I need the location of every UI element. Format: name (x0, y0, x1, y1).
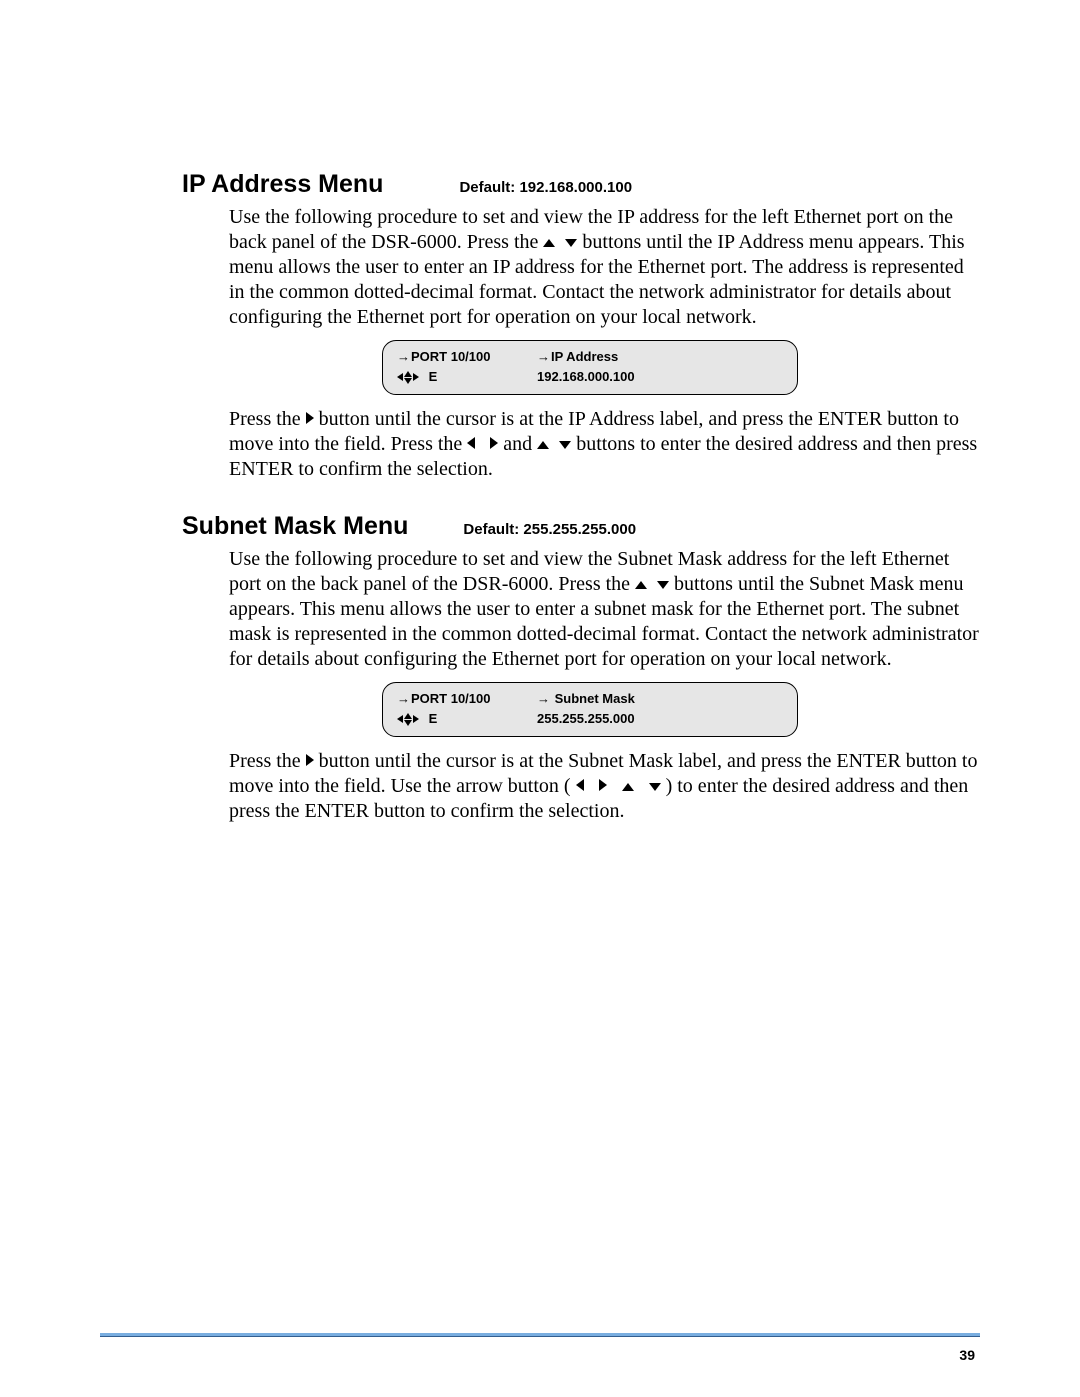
triangle-left-icon (576, 779, 584, 791)
triangle-up-icon (622, 783, 634, 791)
lcd-text: E (429, 711, 438, 726)
section-heading-subnet-mask: Subnet Mask Menu Default: 255.255.255.00… (182, 512, 980, 541)
triangle-down-icon (657, 581, 669, 589)
lcd-row: PORT 10/100 IP Address (397, 347, 783, 367)
paragraph: Use the following procedure to set and v… (229, 205, 980, 330)
paragraph: Press the button until the cursor is at … (229, 407, 980, 482)
lcd-col-right: Subnet Mask (537, 689, 783, 709)
section-title: Subnet Mask Menu (182, 512, 408, 541)
arrow-right-icon (537, 349, 551, 364)
page-number: 39 (959, 1347, 975, 1363)
triangle-down-icon (404, 720, 412, 726)
lcd-row: E 255.255.255.000 (397, 709, 783, 729)
triangle-left-icon (397, 373, 403, 381)
footer-rule (100, 1333, 980, 1337)
updown-stack-icon (404, 713, 412, 726)
lcd-text: PORT 10/100 (411, 349, 491, 364)
lcd-text: 192.168.000.100 (537, 369, 635, 384)
nav-arrows-icon (397, 713, 419, 726)
text-run: Press the (229, 750, 306, 772)
triangle-up-icon (543, 239, 555, 247)
nav-arrows-icon (397, 371, 419, 384)
paragraph: Use the following procedure to set and v… (229, 547, 980, 672)
triangle-down-icon (559, 441, 571, 449)
triangle-right-icon (413, 373, 419, 381)
triangle-right-icon (490, 437, 498, 449)
lcd-display-ip-address: PORT 10/100 IP Address E 192.168.000 (382, 340, 798, 395)
lcd-col-right: 192.168.000.100 (537, 367, 783, 387)
lcd-text: Subnet Mask (551, 691, 635, 706)
arrow-right-icon (397, 349, 411, 364)
lcd-row: E 192.168.000.100 (397, 367, 783, 387)
section-default-label: Default: 192.168.000.100 (459, 179, 632, 196)
triangle-down-icon (649, 783, 661, 791)
section-title: IP Address Menu (182, 170, 383, 199)
lcd-text: IP Address (551, 349, 618, 364)
triangle-left-icon (397, 715, 403, 723)
lcd-col-left: PORT 10/100 (397, 347, 537, 367)
triangle-right-icon (306, 754, 314, 766)
lcd-display-subnet-mask: PORT 10/100 Subnet Mask E 255.255.2 (382, 682, 798, 737)
text-run: Press the (229, 408, 306, 430)
section-heading-ip-address: IP Address Menu Default: 192.168.000.100 (182, 170, 980, 199)
arrow-right-icon (537, 691, 551, 706)
lcd-col-left: PORT 10/100 (397, 689, 537, 709)
lcd-col-left: E (397, 709, 537, 729)
lcd-text: PORT 10/100 (411, 691, 491, 706)
lcd-col-left: E (397, 367, 537, 387)
lcd-col-right: IP Address (537, 347, 783, 367)
paragraph: Press the button until the cursor is at … (229, 749, 980, 824)
document-page: IP Address Menu Default: 192.168.000.100… (0, 0, 1080, 1397)
triangle-right-icon (599, 779, 607, 791)
triangle-left-icon (467, 437, 475, 449)
triangle-up-icon (635, 581, 647, 589)
updown-stack-icon (404, 371, 412, 384)
lcd-text: 255.255.255.000 (537, 711, 635, 726)
triangle-up-icon (404, 371, 412, 377)
triangle-right-icon (306, 412, 314, 424)
triangle-down-icon (565, 239, 577, 247)
triangle-up-icon (537, 441, 549, 449)
lcd-row: PORT 10/100 Subnet Mask (397, 689, 783, 709)
triangle-down-icon (404, 378, 412, 384)
lcd-col-right: 255.255.255.000 (537, 709, 783, 729)
section-default-label: Default: 255.255.255.000 (463, 521, 636, 538)
triangle-right-icon (413, 715, 419, 723)
triangle-up-icon (404, 713, 412, 719)
lcd-text: E (429, 369, 438, 384)
text-run: and (503, 433, 537, 455)
arrow-right-icon (397, 691, 411, 706)
